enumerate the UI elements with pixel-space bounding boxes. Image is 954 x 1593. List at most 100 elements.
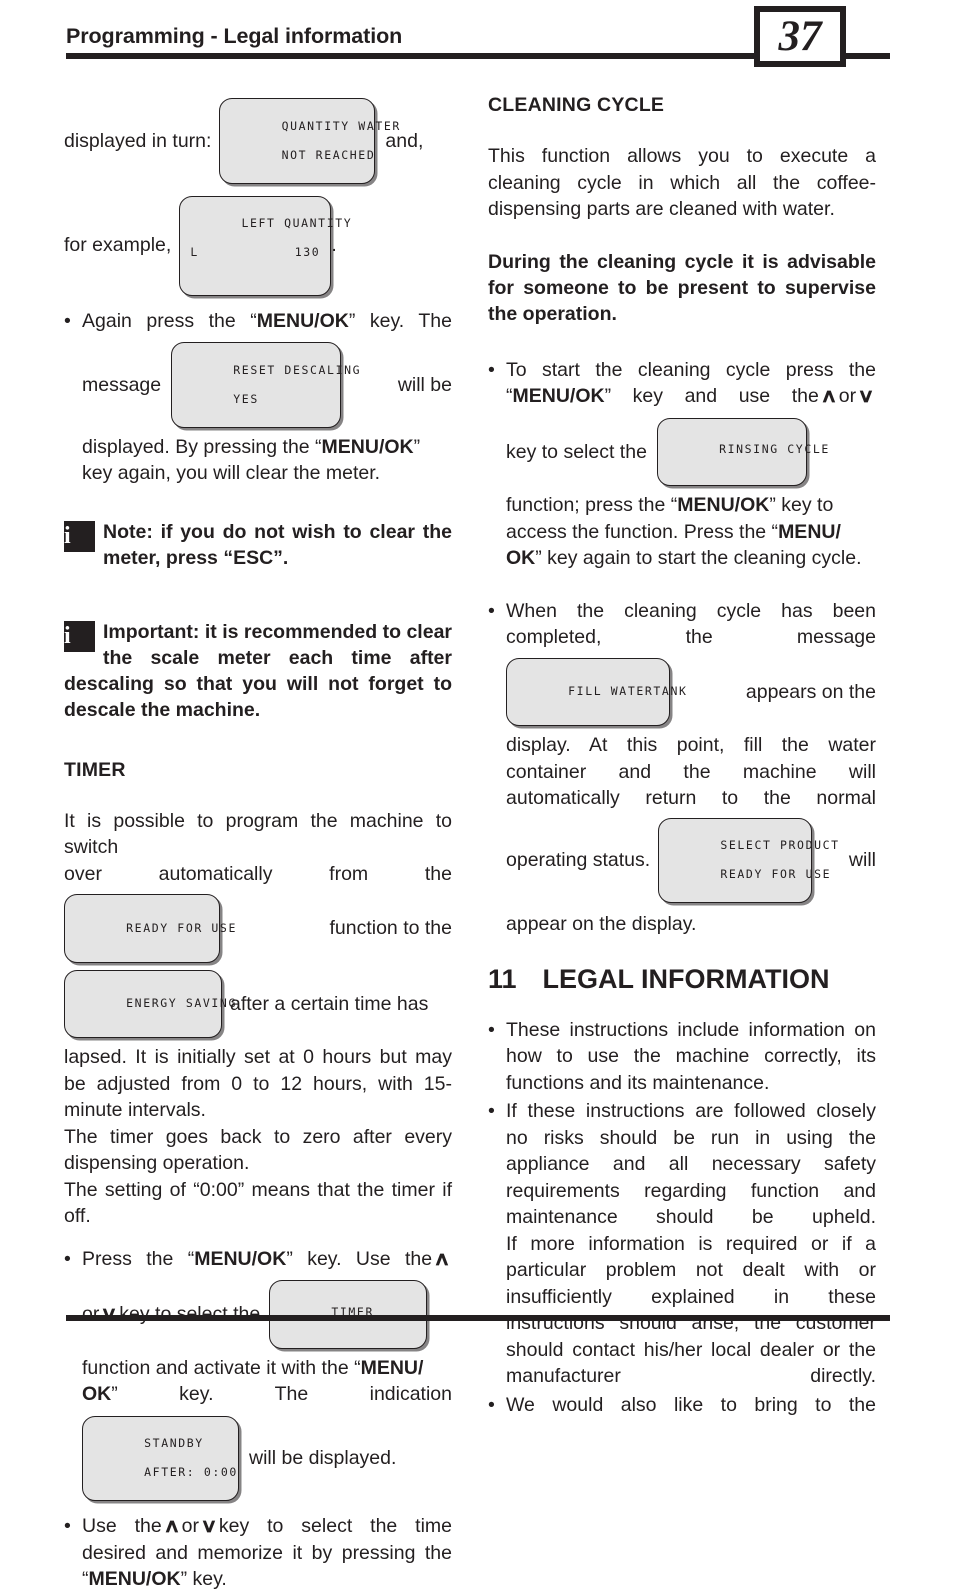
text-for-example: for example, <box>64 234 172 257</box>
text-part: Press the “ <box>82 1247 195 1270</box>
legal-bullet-2: • If these instructions are followed clo… <box>488 1098 876 1231</box>
bullet-start-cleaning: • To start the cleaning cycle press the <box>488 357 876 384</box>
text-part: Again press the “ <box>82 309 257 332</box>
text-operating-status: operating status. <box>506 849 651 871</box>
lcd-line-2-right: 130 <box>294 245 321 259</box>
cleaning-cycle-warning: During the cleaning cycle it is advisabl… <box>488 250 876 325</box>
energy-saving-line: ENERGY SAVING after a certain time has <box>64 969 452 1038</box>
bullet-text: Use the∧or∨key to select the time desire… <box>82 1513 452 1593</box>
heading-number: 11 <box>488 963 517 994</box>
lcd-line-1: SELECT PRODUCT <box>720 838 840 852</box>
text-function-to-the: function to the <box>329 917 452 939</box>
bullet-cycle-completed: • When the cleaning cycle has been <box>488 598 876 625</box>
key-menu-ok-part2: OK <box>506 547 536 569</box>
text-part: ” key. The <box>348 309 452 332</box>
info-icon: i <box>64 620 95 652</box>
text-key-to-select: key to select the <box>506 440 647 463</box>
key-menu-ok: MENU/OK <box>321 435 414 458</box>
bullet-dot: • <box>488 1018 495 1041</box>
bullet-text: If these instructions are followed close… <box>506 1100 876 1228</box>
timer-para-5: The timer goes back to zero after every … <box>64 1125 452 1175</box>
bullet-again-press-end: key again, you will clear the meter. <box>82 462 381 484</box>
lcd-energy-saving: ENERGY SAVING <box>64 969 235 1038</box>
message-lcd-line: message RESET DESCALING YES will be <box>82 342 452 428</box>
up-arrow-icon: ∧ <box>162 1516 181 1537</box>
bullet-press-menu-ok: • Press the “MENU/OK” key. Use the∧ <box>64 1246 452 1273</box>
bullet-dot: • <box>488 599 495 622</box>
timer-activate-line: function and activate it with the “MENU/ <box>82 1355 452 1382</box>
text-appears-on-the: appears on the <box>745 680 876 703</box>
note-text: Note: if you do not wish to clear the me… <box>103 520 452 569</box>
lcd-line-2: AFTER: 0:00 <box>144 1465 238 1479</box>
bullet-dot: • <box>488 358 495 381</box>
up-arrow-icon: ∧ <box>433 1248 451 1270</box>
text-part: ” <box>413 435 421 458</box>
text-will-be: will be <box>397 373 452 396</box>
bullet-again-press: • Again press the “MENU/OK” key. The <box>64 308 452 335</box>
lcd-line-1: READY FOR USE <box>126 920 237 935</box>
bullet-start-line5: access the function. Press the “MENU/ <box>506 519 876 546</box>
text-part: ” key. Use the <box>286 1247 433 1270</box>
key-menu-ok-part1: MENU/ <box>778 520 841 543</box>
page-number: 37 <box>778 13 822 60</box>
lcd-line-1: FILL WATERTANK <box>568 684 688 698</box>
text-part: ” key. <box>180 1568 227 1590</box>
down-arrow-icon: ∨ <box>200 1516 218 1537</box>
cleaning-cycle-paragraph: This function allows you to execute a cl… <box>488 145 876 220</box>
down-arrow-icon: ∨ <box>857 386 875 407</box>
for-example-line: for example, LEFT QUANTITY L 130 . <box>64 195 452 296</box>
info-icon: i <box>64 520 95 552</box>
text-part: ” key. The indication <box>111 1383 452 1405</box>
key-menu-ok: MENU/OK <box>677 494 770 516</box>
key-menu-ok: MENU/OK <box>194 1247 287 1270</box>
text-and: and, <box>385 129 424 152</box>
text-part: function and activate it with the “ <box>82 1356 361 1379</box>
bullet-text: When the cleaning cycle has been <box>506 599 876 622</box>
bullet-start-line4: function; press the “MENU/OK” key to <box>506 492 876 519</box>
standby-line: STANDBY AFTER: 0:00 will be displayed. <box>82 1415 452 1501</box>
note-text: Important: it is recommended to clear th… <box>64 620 452 721</box>
key-menu-ok-part1: MENU/ <box>360 1356 424 1379</box>
bullet-dot: • <box>64 1247 71 1270</box>
lcd-select-product: SELECT PRODUCT READY FOR USE <box>658 817 838 903</box>
text-period: . <box>331 234 337 257</box>
bullet-use-arrow-key: • Use the∧or∨key to select the time desi… <box>64 1513 452 1593</box>
heading-text: LEGAL INFORMATION <box>542 963 830 994</box>
bullet-dot: • <box>64 309 71 332</box>
lcd-fill-watertank: FILL WATERTANK <box>506 657 686 726</box>
displayed-in-turn-line: displayed in turn: QUANTITY WATER NOT RE… <box>64 98 452 184</box>
text-displayed-in-turn: displayed in turn: <box>64 129 212 152</box>
legal-bullet-1: • These instructions include information… <box>488 1017 876 1097</box>
ready-for-use-line: READY FOR USE function to the <box>64 894 452 963</box>
bullet-text: Again press the “MENU/OK” key. The <box>82 308 452 335</box>
heading-cleaning-cycle: CLEANING CYCLE <box>488 94 665 116</box>
bullet-text: We would also like to bring to the <box>506 1393 876 1416</box>
text-part: function; press the “ <box>506 494 678 516</box>
note-block-1: i Note: if you do not wish to clear the … <box>64 519 452 571</box>
lcd-line-2: READY FOR USE <box>720 867 832 881</box>
lcd-line-1: ENERGY SAVING <box>126 996 237 1010</box>
text-part: ” key again to start the cleaning cycle. <box>535 547 862 569</box>
footer-divider <box>66 1315 890 1321</box>
lcd-ready-for-use: READY FOR USE <box>64 894 235 963</box>
text-part: access the function. Press the “ <box>506 520 779 543</box>
bullet-completed-line7: appear on the display. <box>506 913 697 935</box>
left-column: displayed in turn: QUANTITY WATER NOT RE… <box>64 88 452 1593</box>
bullet-dot: • <box>488 1393 495 1416</box>
lcd-line-1: QUANTITY WATER <box>281 118 401 133</box>
timer-para-1b: over automatically from the <box>64 862 452 885</box>
timer-para-4: lapsed. It is initially set at 0 hours b… <box>64 1046 452 1121</box>
lcd-quantity-water: QUANTITY WATER NOT REACHED <box>219 98 399 184</box>
page-title: Programming - Legal information <box>66 24 403 48</box>
text-will: will <box>848 849 876 871</box>
text-after-certain-time: after a certain time has <box>230 992 429 1015</box>
key-menu-ok-part2: OK <box>82 1383 112 1405</box>
lcd-line-1: LEFT QUANTITY <box>241 216 353 230</box>
bullet-completed-line2: completed, the message <box>506 626 876 648</box>
lcd-line-1: RINSING CYCLE <box>719 442 830 456</box>
lcd-line-1: RESET DESCALING <box>233 362 362 377</box>
up-arrow-icon: ∧ <box>820 386 838 407</box>
bullet-again-press-cont: displayed. By pressing the “MENU/OK” <box>82 434 452 461</box>
lcd-line-2: NOT REACHED <box>281 147 376 162</box>
lcd-line-2-left: L <box>190 245 199 259</box>
